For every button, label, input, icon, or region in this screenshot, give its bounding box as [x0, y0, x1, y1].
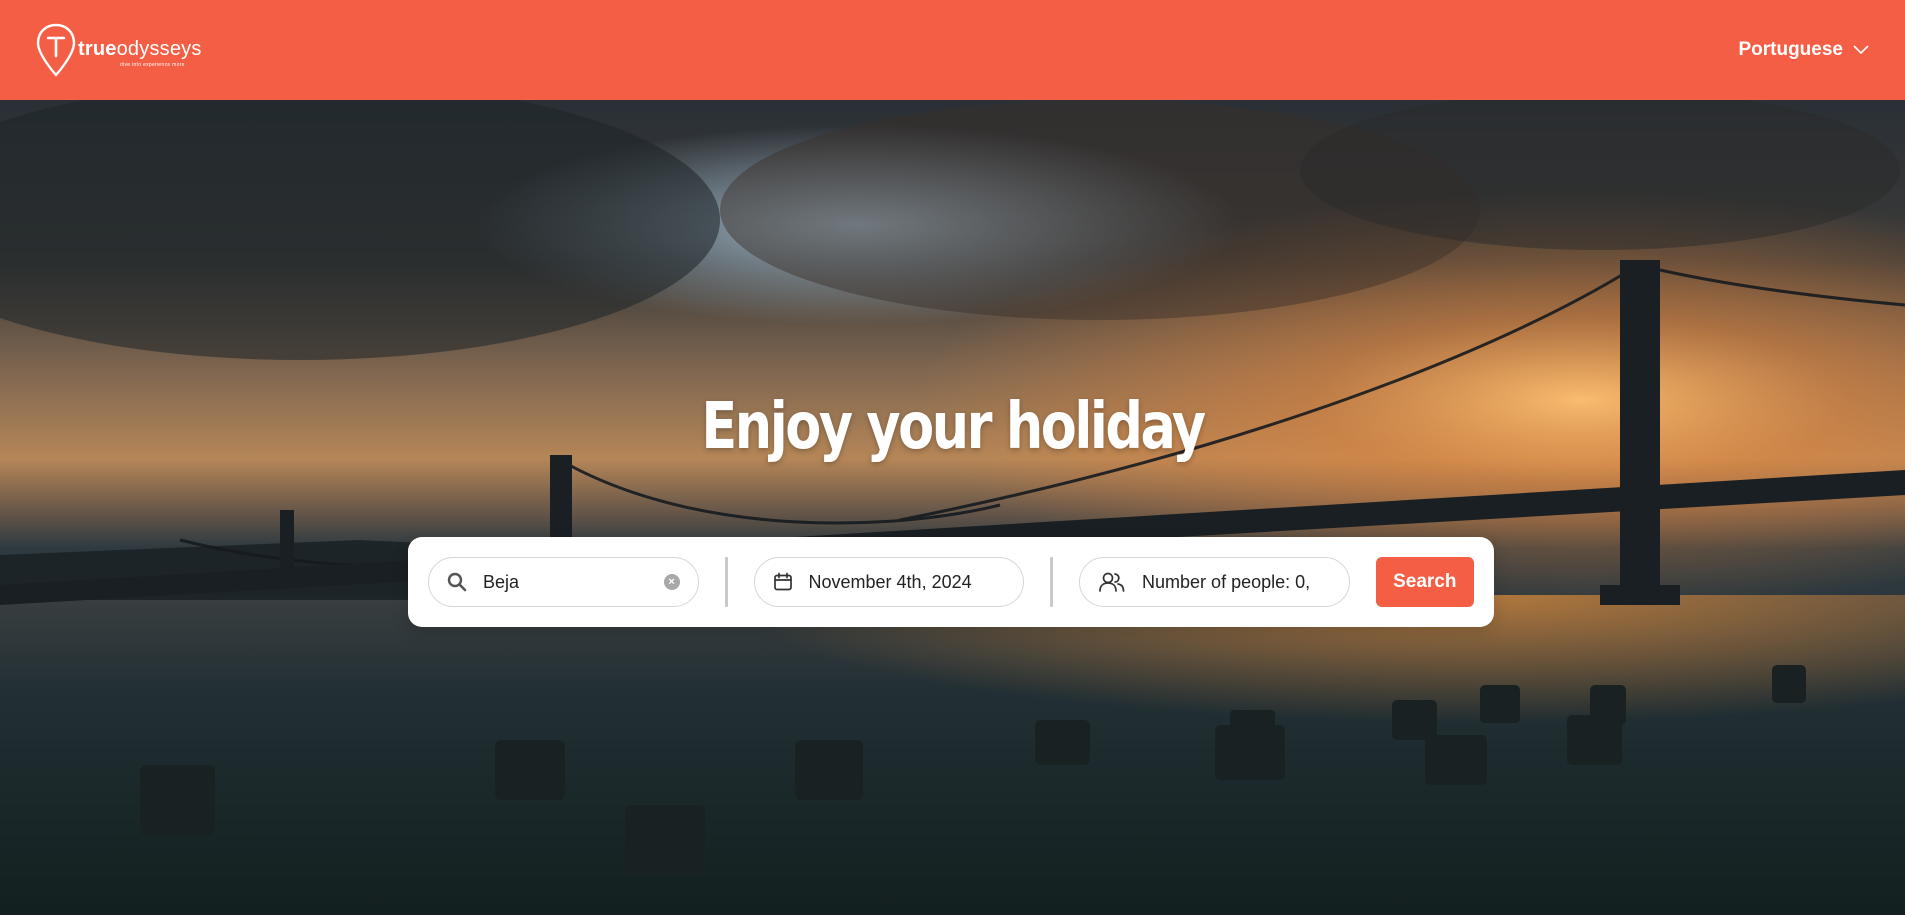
date-input-value[interactable]: November 4th, 2024: [809, 572, 1006, 593]
people-field[interactable]: Number of people: 0,: [1079, 557, 1350, 607]
hero-headline: Enjoy your holiday: [701, 390, 1206, 464]
calendar-icon: [773, 572, 793, 592]
people-input-value[interactable]: Number of people: 0,: [1142, 572, 1331, 593]
language-label: Portuguese: [1738, 39, 1843, 60]
location-input-value[interactable]: Beja: [483, 572, 664, 593]
users-icon: [1098, 571, 1126, 593]
search-button[interactable]: Search: [1375, 557, 1475, 607]
brand-wordmark-bold: true: [78, 38, 117, 60]
hero-background-image: [0, 100, 1905, 915]
brand-wordmark-light: odysseys: [116, 38, 202, 60]
date-field[interactable]: November 4th, 2024: [753, 557, 1025, 607]
divider: [724, 557, 728, 607]
divider: [1050, 557, 1054, 607]
location-field[interactable]: Beja ×: [428, 557, 699, 607]
brand-logo[interactable]: trueodysseys dive into experience more: [36, 20, 202, 80]
search-form: Beja × November 4th, 2024 Number of peop…: [408, 537, 1494, 627]
brand-tagline: dive into experience more: [120, 62, 185, 68]
map-pin-logo-icon: [36, 22, 76, 78]
chevron-down-icon: [1853, 45, 1869, 55]
language-selector[interactable]: Portuguese: [1738, 39, 1869, 61]
hero-banner: Enjoy your holiday: [0, 100, 1905, 915]
brand-wordmark: trueodysseys: [78, 39, 202, 59]
search-icon: [447, 572, 467, 592]
clear-icon[interactable]: ×: [663, 574, 680, 590]
top-navigation-bar: trueodysseys dive into experience more P…: [0, 0, 1905, 100]
